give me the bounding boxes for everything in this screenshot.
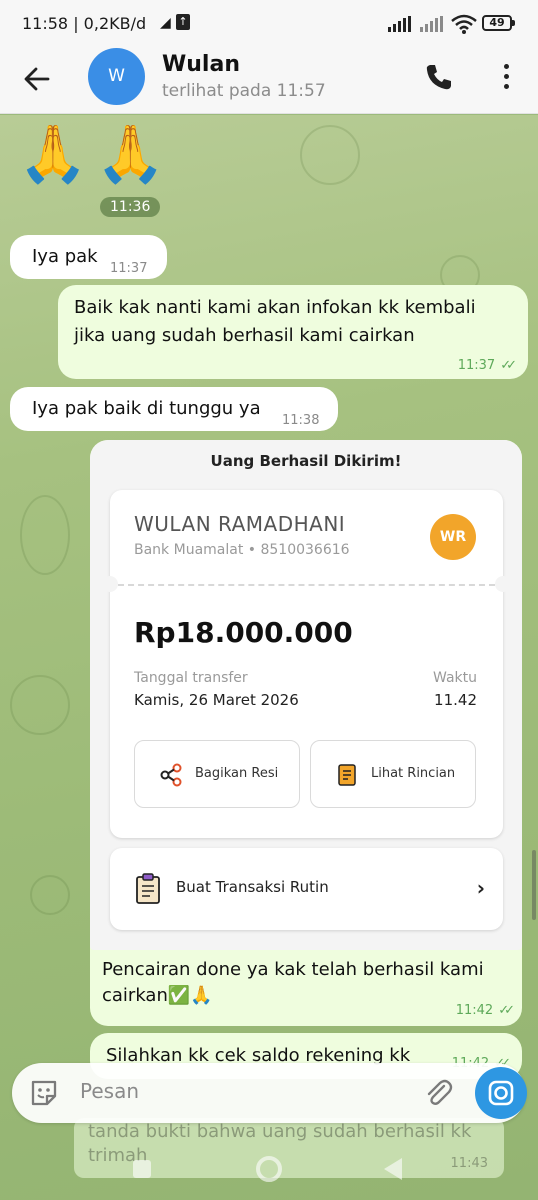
message-time: 11:38 [282,413,320,428]
date-value: Kamis, 26 Maret 2026 [134,691,299,709]
chat-header: W Wulan terlihat pada 11:57 [0,48,538,114]
message-input[interactable]: Pesan [80,1079,139,1103]
message-text-line2: jika uang sudah berhasil kami cairkan [74,325,415,346]
time-label: Waktu [433,670,477,686]
telegram-icon: ◢ [160,15,171,31]
more-icon[interactable] [496,62,516,92]
chat-area[interactable]: 🙏🙏 11:36 Iya pak 11:37 Baik kak nanti ka… [0,115,538,1200]
bank-account: Bank Muamalat • 8510036616 [134,542,350,558]
share-receipt-label: Bagikan Resi [195,766,279,781]
camera-icon [488,1080,514,1106]
share-receipt-button[interactable]: Bagikan Resi [134,740,300,808]
message-time: 11:42 [455,1003,494,1018]
upload-icon: ↑ [176,14,190,30]
recipient-name: WULAN RAMADHANI [134,512,346,536]
caption-line1: Pencairan done ya kak telah berhasil kam… [102,959,484,980]
time-value: 11.42 [434,691,477,709]
message-composer: Pesan [12,1063,526,1123]
chevron-right-icon: › [476,876,485,900]
view-details-label: Lihat Rincian [371,766,456,781]
routine-transaction-row[interactable]: Buat Transaksi Rutin › [110,848,503,930]
wifi-icon [451,14,477,34]
date-label: Tanggal transfer [134,670,248,686]
receipt-card: WULAN RAMADHANI Bank Muamalat • 85100366… [102,490,511,838]
status-bar: 11:58 | 0,2KB/d ◢ ↑ 49 [0,0,538,48]
image-caption: Pencairan done ya kak telah berhasil kam… [102,957,514,1009]
message-time: 11:37 [110,261,148,276]
incoming-message[interactable]: Iya pak 11:37 [10,235,167,279]
divider [118,584,495,586]
clipboard-icon [136,873,160,904]
signal-icon [388,16,414,32]
read-receipt-icon: ✓✓ [498,1003,515,1018]
transfer-amount: Rp18.000.000 [134,616,353,649]
attach-icon[interactable] [422,1077,454,1109]
message-time: 11:37 [457,358,496,373]
caption-line2: cairkan✅🙏 [102,985,213,1006]
message-time: 11:36 [100,197,161,217]
outgoing-message[interactable]: Baik kak nanti kami akan infokan kk kemb… [58,285,528,379]
message-text: Iya pak baik di tunggu ya [32,398,261,419]
camera-button[interactable] [475,1067,527,1119]
status-time: 11:58 | 0,2KB/d [22,14,147,33]
message-text-line1: Baik kak nanti kami akan infokan kk kemb… [74,297,476,318]
back-button[interactable] [384,1158,402,1180]
last-seen-status: terlihat pada 11:57 [162,81,326,101]
home-button[interactable] [256,1156,282,1182]
ticket-notch [495,576,511,592]
incoming-message[interactable]: Iya pak baik di tunggu ya 11:38 [10,387,338,431]
recipient-initials: WR [430,514,476,560]
ticket-notch [102,576,118,592]
emoji-sticker-icon[interactable] [28,1077,60,1109]
message-text: Iya pak [32,246,98,267]
praying-hands-emoji: 🙏🙏 [18,122,174,187]
contact-name[interactable]: Wulan [162,52,240,77]
routine-transaction-label: Buat Transaksi Rutin [176,878,329,896]
system-nav-bar [0,1150,538,1200]
battery-icon: 49 [482,15,515,31]
phone-icon[interactable] [424,62,454,92]
share-icon [160,763,182,787]
transfer-receipt-image[interactable]: Uang Berhasil Dikirim! WULAN RAMADHANI B… [90,440,522,950]
signal-icon [420,16,446,32]
scrollbar[interactable] [532,850,536,920]
view-details-button[interactable]: Lihat Rincian [310,740,476,808]
recent-apps-button[interactable] [133,1160,151,1178]
avatar[interactable]: W [88,48,145,105]
receipt-icon [338,764,356,786]
read-receipt-icon: ✓✓ [500,358,517,373]
outgoing-image-message[interactable]: Uang Berhasil Dikirim! WULAN RAMADHANI B… [90,440,522,1026]
back-arrow-icon[interactable] [22,64,52,94]
receipt-title: Uang Berhasil Dikirim! [210,452,402,470]
